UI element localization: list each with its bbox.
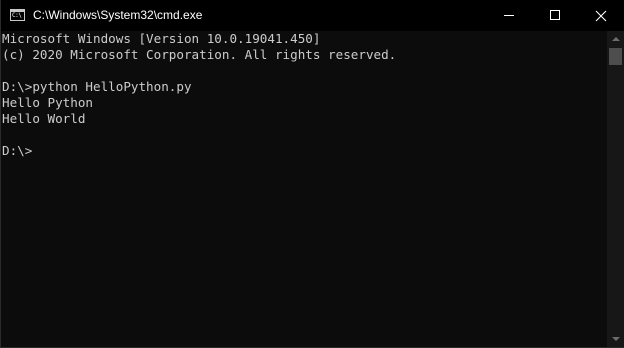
- minimize-button[interactable]: [486, 0, 532, 31]
- cmd-app-icon[interactable]: C:\: [10, 9, 25, 21]
- console-line: (c) 2020 Microsoft Corporation. All righ…: [2, 47, 397, 62]
- console-prompt: D:\>: [2, 143, 33, 158]
- scroll-up-arrow-icon[interactable]: [607, 31, 624, 48]
- scrollbar-thumb[interactable]: [609, 48, 622, 65]
- console-line: Hello World: [2, 111, 86, 126]
- scroll-down-arrow-icon[interactable]: [607, 330, 624, 347]
- console-line: D:\>python HelloPython.py: [2, 79, 192, 94]
- close-icon: [595, 10, 607, 22]
- maximize-button[interactable]: [532, 0, 578, 31]
- console-output[interactable]: Microsoft Windows [Version 10.0.19041.45…: [1, 31, 607, 347]
- cmd-window: C:\ C:\Windows\System32\cmd.exe Microsof…: [0, 0, 624, 348]
- window-title: C:\Windows\System32\cmd.exe: [33, 8, 203, 22]
- close-button[interactable]: [578, 0, 624, 31]
- console-line: Hello Python: [2, 95, 93, 110]
- cmd-app-icon-text: C:\: [12, 12, 22, 19]
- title-bar[interactable]: C:\ C:\Windows\System32\cmd.exe: [1, 0, 624, 31]
- vertical-scrollbar[interactable]: [607, 31, 624, 347]
- console-line: Microsoft Windows [Version 10.0.19041.45…: [2, 31, 321, 46]
